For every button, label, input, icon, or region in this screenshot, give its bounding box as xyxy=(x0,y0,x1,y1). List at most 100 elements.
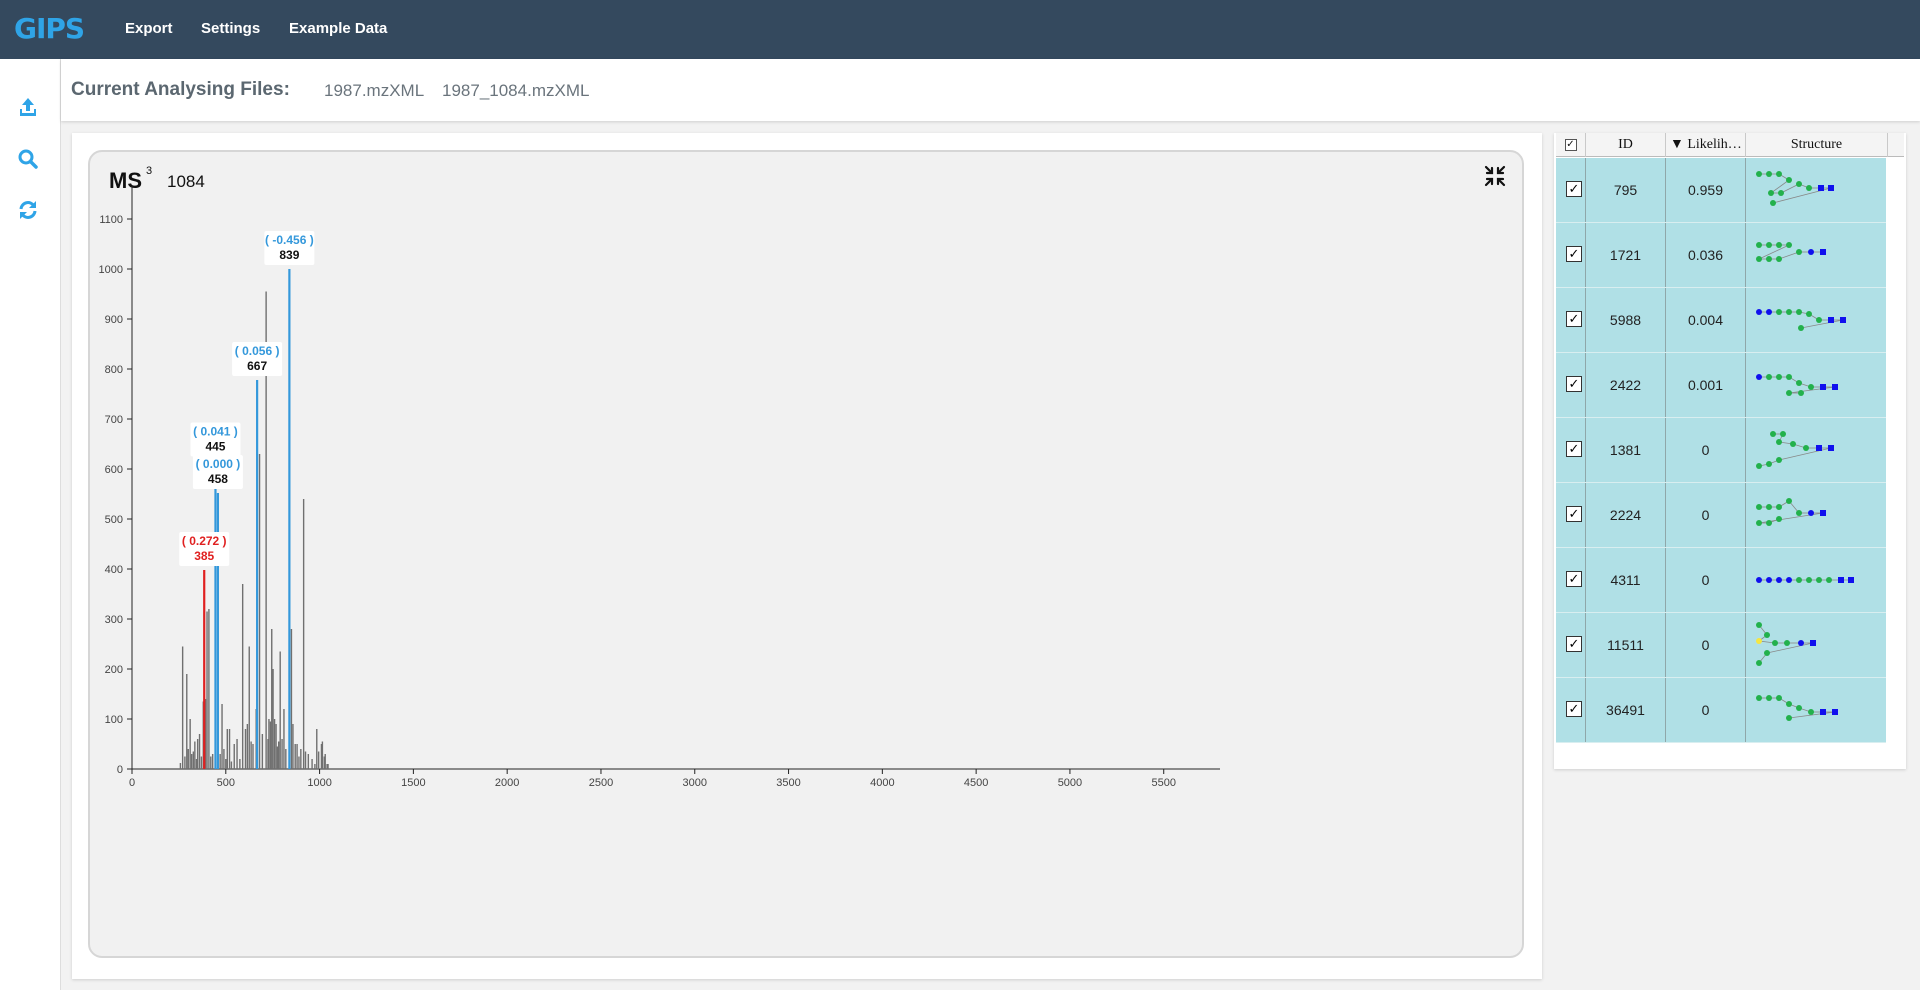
y-tick-label: 500 xyxy=(105,514,123,526)
y-tick-label: 0 xyxy=(117,764,123,776)
search-icon[interactable] xyxy=(17,148,39,170)
y-tick-label: 400 xyxy=(105,564,123,576)
row-structure-cell xyxy=(1746,353,1886,417)
glycan-residue xyxy=(1776,242,1782,248)
table-row[interactable]: ✓ 1381 0 xyxy=(1556,418,1886,483)
row-checkbox[interactable]: ✓ xyxy=(1566,701,1582,717)
glycan-residue xyxy=(1806,577,1812,583)
glycan-residue xyxy=(1766,504,1772,510)
glycan-residue xyxy=(1796,577,1802,583)
row-checkbox[interactable]: ✓ xyxy=(1566,376,1582,392)
table-row[interactable]: ✓ 11511 0 xyxy=(1556,613,1886,678)
glycan-residue xyxy=(1756,374,1762,380)
row-likelihood: 0.001 xyxy=(1666,353,1746,417)
glycan-residue xyxy=(1808,709,1814,715)
x-tick-label: 5000 xyxy=(1058,777,1082,789)
peak-score-label: ( 0.000 ) xyxy=(196,457,241,471)
row-structure-cell xyxy=(1746,418,1886,482)
row-checkbox[interactable]: ✓ xyxy=(1566,506,1582,522)
glycan-residue xyxy=(1766,695,1772,701)
table-row[interactable]: ✓ 4311 0 xyxy=(1556,548,1886,613)
row-likelihood: 0 xyxy=(1666,418,1746,482)
peak-mz-label: 458 xyxy=(208,472,228,486)
glycan-residue xyxy=(1786,242,1792,248)
row-likelihood: 0 xyxy=(1666,678,1746,742)
glycan-residue xyxy=(1828,445,1834,451)
table-row[interactable]: ✓ 1721 0.036 xyxy=(1556,223,1886,288)
glycan-residue xyxy=(1768,190,1774,196)
glycan-residue xyxy=(1780,431,1786,437)
glycan-residue xyxy=(1756,577,1762,583)
y-tick-label: 900 xyxy=(105,314,123,326)
row-select-cell: ✓ xyxy=(1556,548,1586,612)
table-row[interactable]: ✓ 5988 0.004 xyxy=(1556,288,1886,353)
row-checkbox[interactable]: ✓ xyxy=(1566,441,1582,457)
glycan-residue xyxy=(1786,498,1792,504)
column-header-id[interactable]: ID xyxy=(1586,133,1666,157)
glycan-residue xyxy=(1796,705,1802,711)
app-logo[interactable]: GIPS xyxy=(14,12,85,45)
x-tick-label: 2500 xyxy=(589,777,613,789)
glycan-residue xyxy=(1776,577,1782,583)
nav-settings[interactable]: Settings xyxy=(201,20,260,37)
row-select-cell: ✓ xyxy=(1556,483,1586,547)
row-select-cell: ✓ xyxy=(1556,158,1586,222)
row-checkbox[interactable]: ✓ xyxy=(1566,636,1582,652)
glycan-residue xyxy=(1796,380,1802,386)
row-id: 2224 xyxy=(1586,483,1666,547)
column-header-likelihood[interactable]: ▼ Likelih… xyxy=(1666,133,1746,157)
x-tick-label: 0 xyxy=(129,777,135,789)
nav-export[interactable]: Export xyxy=(125,20,173,37)
row-likelihood: 0.959 xyxy=(1666,158,1746,222)
row-checkbox[interactable]: ✓ xyxy=(1566,246,1582,262)
row-likelihood: 0.036 xyxy=(1666,223,1746,287)
glycan-structure-icon xyxy=(1756,577,1854,583)
glycan-residue xyxy=(1770,431,1776,437)
y-tick-label: 1100 xyxy=(99,214,123,226)
glycan-residue xyxy=(1776,171,1782,177)
glycan-residue xyxy=(1826,577,1832,583)
glycan-residue xyxy=(1808,249,1814,255)
row-structure-cell xyxy=(1746,613,1886,677)
refresh-icon[interactable] xyxy=(17,199,39,221)
glycan-residue xyxy=(1776,457,1782,463)
upload-icon[interactable] xyxy=(17,96,39,118)
table-row[interactable]: ✓ 36491 0 xyxy=(1556,678,1886,743)
glycan-residue xyxy=(1764,650,1770,656)
row-checkbox[interactable]: ✓ xyxy=(1566,571,1582,587)
table-row[interactable]: ✓ 2422 0.001 xyxy=(1556,353,1886,418)
spectrum-chart[interactable]: 0 500 1000 1500 2000 2500 3000 3500 4000 4500 5000… xyxy=(90,152,1522,956)
glycan-residue xyxy=(1756,309,1762,315)
row-likelihood: 0 xyxy=(1666,613,1746,677)
select-all-checkbox[interactable]: ✓ xyxy=(1564,138,1577,151)
table-row[interactable]: ✓ 795 0.959 xyxy=(1556,158,1886,223)
row-checkbox[interactable]: ✓ xyxy=(1566,181,1582,197)
nav-example-data[interactable]: Example Data xyxy=(289,20,387,37)
glycan-residue xyxy=(1820,709,1826,715)
y-tick-label: 200 xyxy=(105,664,123,676)
table-row[interactable]: ✓ 2224 0 xyxy=(1556,483,1886,548)
glycan-structure-icon xyxy=(1756,431,1834,469)
row-select-cell: ✓ xyxy=(1556,223,1586,287)
row-checkbox[interactable]: ✓ xyxy=(1566,311,1582,327)
row-id: 4311 xyxy=(1586,548,1666,612)
glycan-residue xyxy=(1784,640,1790,646)
x-tick-label: 500 xyxy=(217,777,235,789)
spectrum-panel: MS 3 1084 0 500 1000 1500 2000 2500 3000 3500 40… xyxy=(72,133,1542,979)
y-tick-label: 600 xyxy=(105,464,123,476)
glycan-residue xyxy=(1776,256,1782,262)
left-sidebar xyxy=(0,59,61,990)
select-all-header[interactable]: ✓ xyxy=(1556,133,1586,157)
glycan-residue xyxy=(1778,190,1784,196)
glycan-residue xyxy=(1838,577,1844,583)
row-select-cell: ✓ xyxy=(1556,613,1586,677)
glycan-residue xyxy=(1764,632,1770,638)
glycan-residue xyxy=(1756,622,1762,628)
glycan-residue xyxy=(1816,445,1822,451)
column-header-structure[interactable]: Structure xyxy=(1746,133,1888,157)
glycan-residue xyxy=(1798,640,1804,646)
glycan-residue xyxy=(1796,181,1802,187)
x-tick-label: 4500 xyxy=(964,777,988,789)
glycan-structure-icon xyxy=(1756,622,1816,666)
glycan-residue xyxy=(1766,577,1772,583)
